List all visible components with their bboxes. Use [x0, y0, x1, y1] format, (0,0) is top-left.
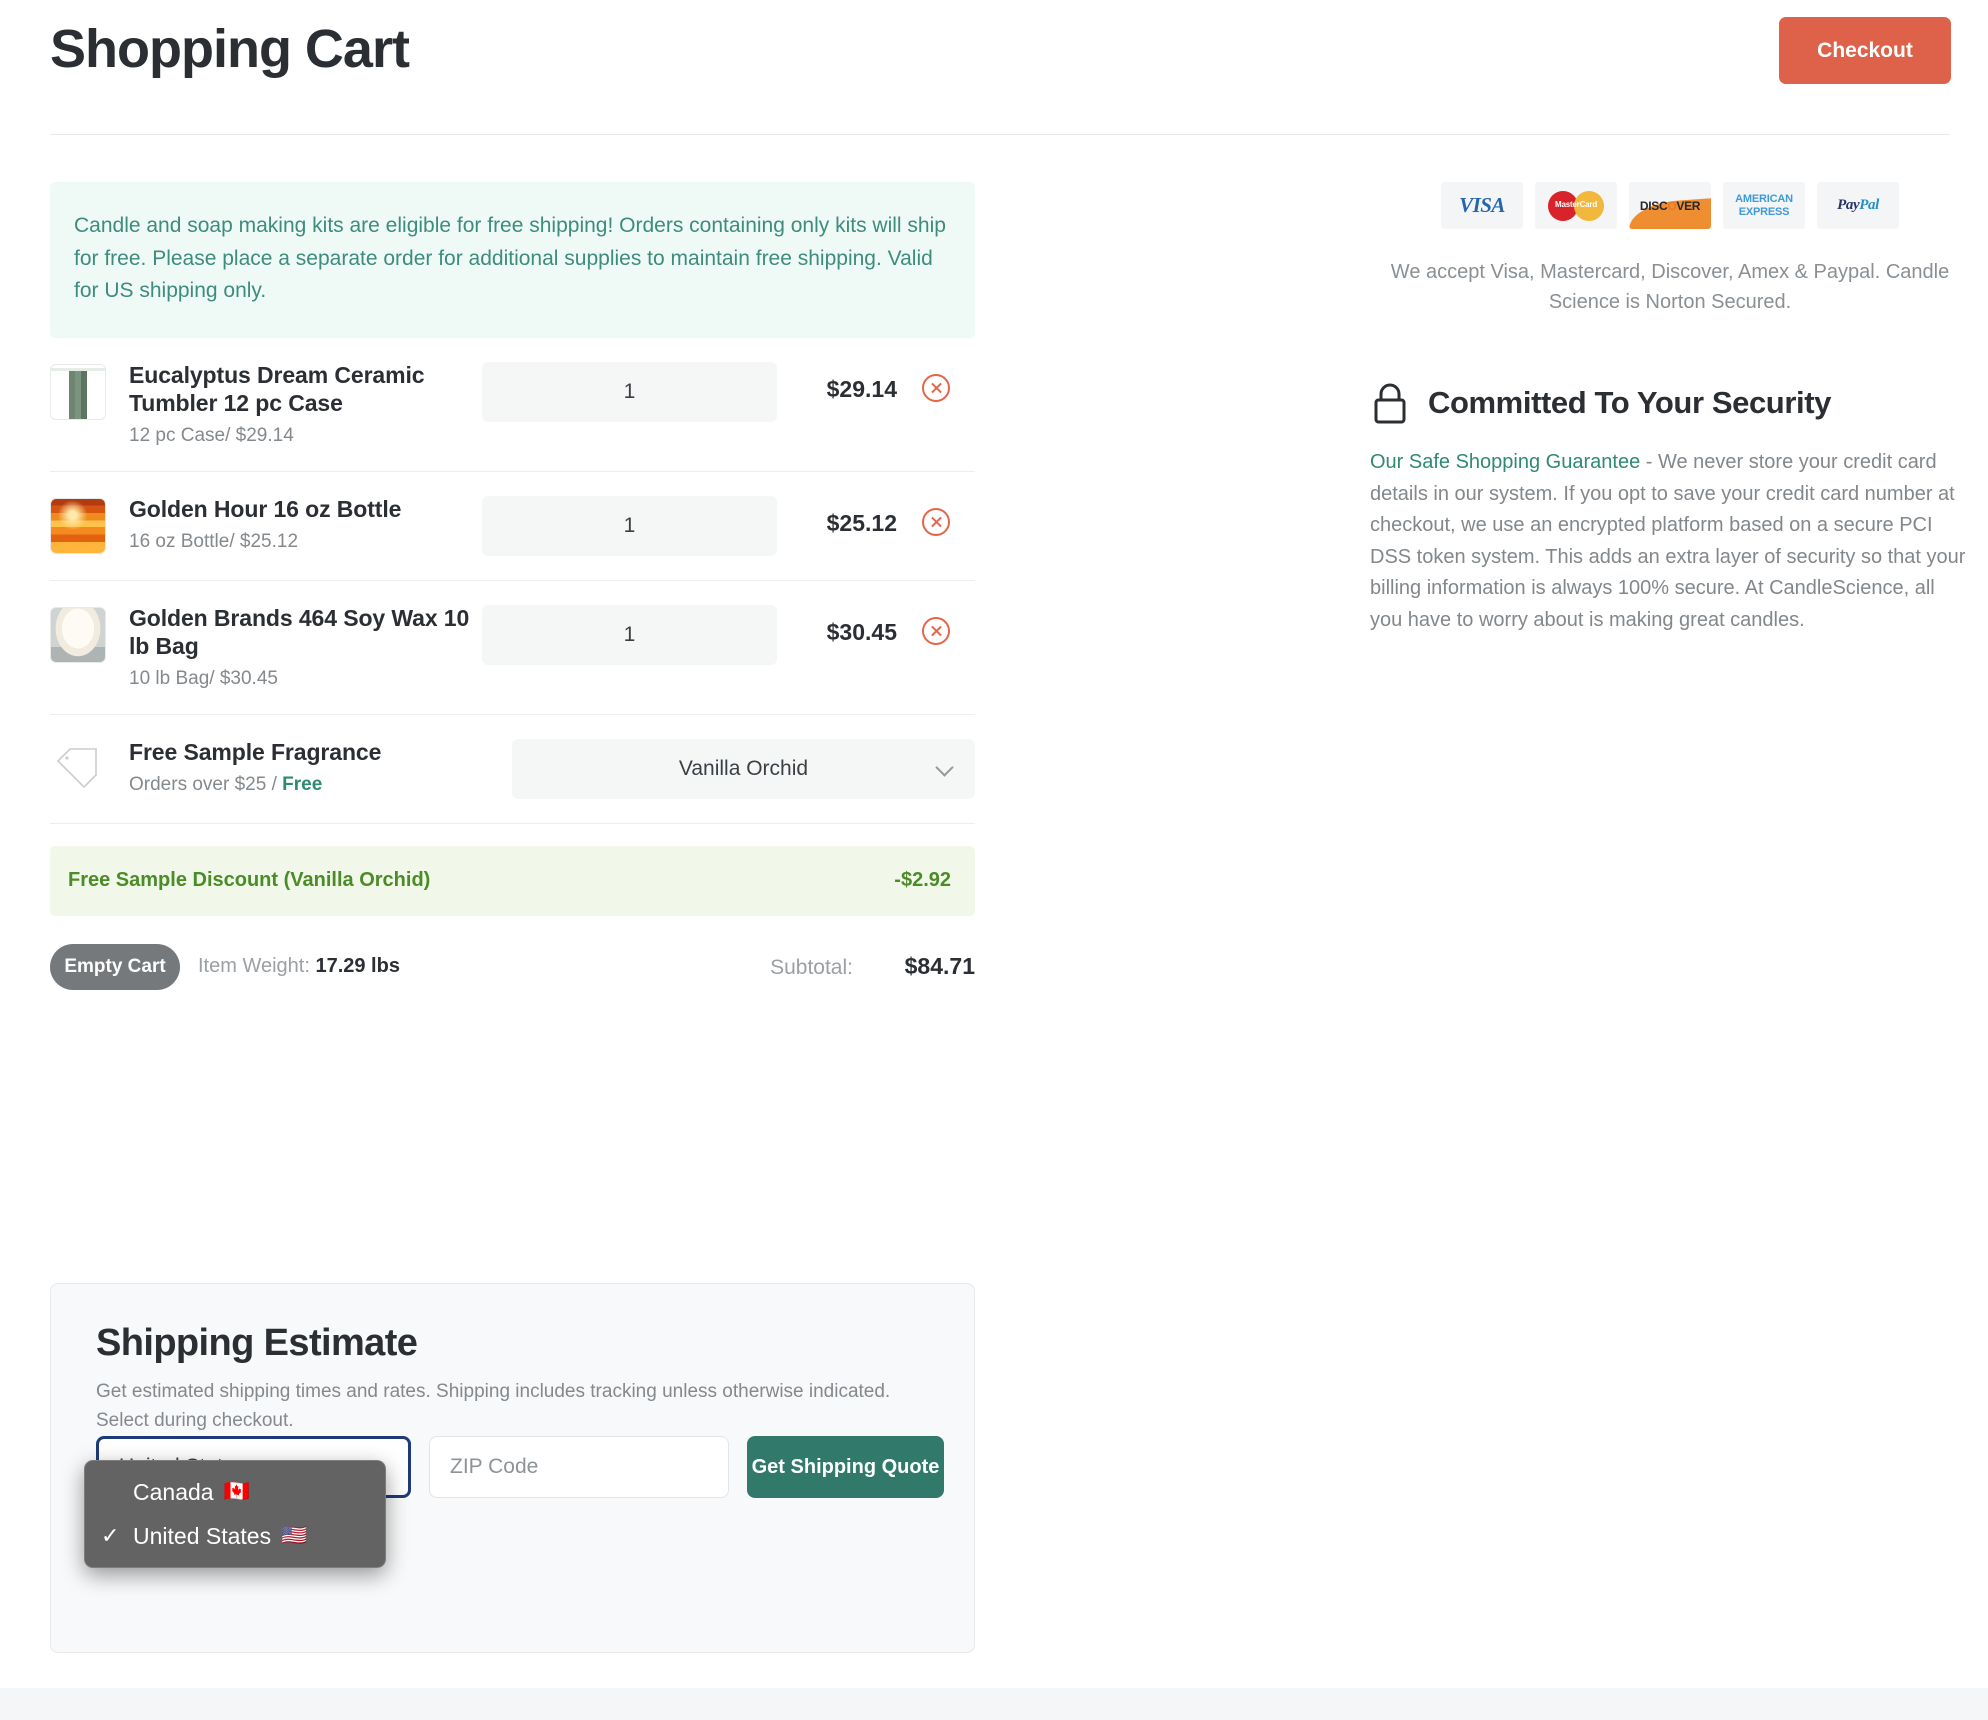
soy-wax-image [51, 608, 105, 662]
safe-shopping-guarantee-link[interactable]: Our Safe Shopping Guarantee [1370, 451, 1640, 473]
subtotal-value: $84.71 [875, 953, 975, 980]
country-dropdown-menu[interactable]: Canada 🇨🇦 ✓ United States 🇺🇸 [84, 1460, 386, 1568]
us-flag-icon: 🇺🇸 [281, 1524, 307, 1548]
sunset-bottle-image [51, 499, 105, 553]
remove-item-icon[interactable] [922, 508, 950, 536]
amex-line1: AMERICAN [1735, 193, 1793, 205]
free-shipping-notice-text: Candle and soap making kits are eligible… [74, 210, 951, 308]
remove-item-icon[interactable] [922, 617, 950, 645]
country-option-united-states[interactable]: ✓ United States 🇺🇸 [85, 1514, 385, 1558]
free-sample-info: Free Sample Fragrance Orders over $25 / … [106, 737, 512, 796]
cart-item-price: $25.12 [777, 510, 897, 537]
free-sample-row: Free Sample Fragrance Orders over $25 / … [50, 715, 975, 824]
paypal-label: PayPal [1837, 197, 1879, 214]
chevron-down-icon [935, 758, 953, 776]
get-shipping-quote-button[interactable]: Get Shipping Quote [747, 1436, 944, 1498]
cart-item-info: Eucalyptus Dream Ceramic Tumbler 12 pc C… [106, 360, 482, 447]
header-divider [50, 134, 1950, 135]
free-sample-condition: Orders over $25 / Free [129, 774, 512, 796]
payment-methods: VISA MasterCard DISCOVER AMERICANEXPRESS… [1370, 182, 1970, 229]
cart-item-row: Eucalyptus Dream Ceramic Tumbler 12 pc C… [50, 338, 975, 472]
cart-column: Candle and soap making kits are eligible… [50, 182, 975, 990]
discount-label: Free Sample Discount (Vanilla Orchid) [68, 869, 894, 892]
cart-item-row: Golden Hour 16 oz Bottle 16 oz Bottle/ $… [50, 472, 975, 581]
visa-icon: VISA [1441, 182, 1523, 229]
cart-item-price: $29.14 [777, 376, 897, 403]
quantity-input[interactable] [482, 605, 777, 665]
remove-item-cell [897, 617, 975, 645]
cart-item-info: Golden Brands 464 Soy Wax 10 lb Bag 10 l… [106, 603, 482, 690]
cart-item-name[interactable]: Eucalyptus Dream Ceramic Tumbler 12 pc C… [129, 361, 482, 417]
canada-flag-icon: 🇨🇦 [224, 1480, 250, 1504]
empty-cart-button[interactable]: Empty Cart [50, 944, 180, 990]
item-weight-value: 17.29 lbs [315, 955, 400, 977]
paypal-icon: PayPal [1817, 182, 1899, 229]
paypal-pay: Pay [1837, 197, 1859, 213]
paypal-pal: Pal [1859, 197, 1879, 213]
cart-item-variant: 16 oz Bottle/ $25.12 [129, 531, 482, 553]
security-heading: Committed To Your Security [1370, 381, 1970, 425]
cart-item-price: $30.45 [777, 619, 897, 646]
item-weight-label: Item Weight: [198, 955, 315, 977]
lock-icon [1370, 381, 1410, 425]
cart-item-info: Golden Hour 16 oz Bottle 16 oz Bottle/ $… [106, 494, 482, 553]
security-title: Committed To Your Security [1428, 385, 1831, 421]
page-header: Shopping Cart Checkout [0, 0, 1988, 135]
free-shipping-notice: Candle and soap making kits are eligible… [50, 182, 975, 338]
subtotal: Subtotal: $84.71 [770, 953, 975, 980]
country-option-canada-label: Canada [133, 1479, 214, 1506]
country-option-united-states-label: United States [133, 1523, 271, 1550]
free-sample-name: Free Sample Fragrance [129, 738, 512, 766]
shipping-estimate-description: Get estimated shipping times and rates. … [96, 1378, 896, 1435]
cart-item-name[interactable]: Golden Hour 16 oz Bottle [129, 495, 482, 523]
product-thumbnail[interactable] [50, 498, 106, 554]
free-sample-threshold: Orders over $25 / [129, 774, 282, 795]
discover-icon: DISCOVER [1629, 182, 1711, 229]
remove-item-cell [897, 508, 975, 536]
page-bottom-edge [0, 1688, 1988, 1720]
remove-item-icon[interactable] [922, 374, 950, 402]
free-sample-free-label: Free [282, 774, 322, 795]
amex-label: AMERICANEXPRESS [1735, 193, 1793, 218]
visa-label: VISA [1459, 193, 1505, 218]
sidebar: VISA MasterCard DISCOVER AMERICANEXPRESS… [1370, 182, 1970, 637]
cart-item-name[interactable]: Golden Brands 464 Soy Wax 10 lb Bag [129, 604, 482, 660]
free-sample-select[interactable]: Vanilla Orchid [512, 739, 975, 799]
country-option-united-states-check: ✓ [101, 1523, 123, 1549]
discount-amount: -$2.92 [894, 869, 951, 892]
cart-totals-row: Empty Cart Item Weight: 17.29 lbs Subtot… [50, 944, 975, 990]
quantity-input[interactable] [482, 496, 777, 556]
security-body: Our Safe Shopping Guarantee - We never s… [1370, 447, 1970, 637]
quantity-input[interactable] [482, 362, 777, 422]
mastercard-icon: MasterCard [1535, 182, 1617, 229]
item-weight: Item Weight: 17.29 lbs [198, 955, 400, 978]
discover-label-end: VER [1676, 199, 1700, 213]
checkout-button[interactable]: Checkout [1779, 17, 1951, 84]
payment-note: We accept Visa, Mastercard, Discover, Am… [1370, 257, 1970, 317]
tag-icon [50, 741, 106, 797]
shopping-cart-page: Shopping Cart Checkout Candle and soap m… [0, 0, 1988, 1720]
amex-line2: EXPRESS [1739, 206, 1790, 218]
american-express-icon: AMERICANEXPRESS [1723, 182, 1805, 229]
subtotal-label: Subtotal: [770, 956, 853, 980]
discount-row: Free Sample Discount (Vanilla Orchid) -$… [50, 846, 975, 916]
cart-item-variant: 10 lb Bag/ $30.45 [129, 668, 482, 690]
mastercard-label: MasterCard [1548, 200, 1604, 209]
discover-label-start: DISC [1640, 199, 1667, 213]
product-thumbnail[interactable] [50, 364, 106, 420]
shipping-estimate-title: Shipping Estimate [96, 1322, 417, 1365]
free-sample-selected-value: Vanilla Orchid [679, 757, 808, 781]
cart-item-row: Golden Brands 464 Soy Wax 10 lb Bag 10 l… [50, 581, 975, 715]
country-option-canada[interactable]: Canada 🇨🇦 [85, 1470, 385, 1514]
cart-item-variant: 12 pc Case/ $29.14 [129, 425, 482, 447]
product-thumbnail[interactable] [50, 607, 106, 663]
zip-code-input[interactable] [429, 1436, 729, 1498]
remove-item-cell [897, 374, 975, 402]
ceramic-tumbler-image [51, 365, 105, 419]
page-title: Shopping Cart [50, 18, 409, 80]
security-body-text: - We never store your credit card detail… [1370, 451, 1965, 631]
discover-label: DISCOVER [1640, 199, 1700, 213]
